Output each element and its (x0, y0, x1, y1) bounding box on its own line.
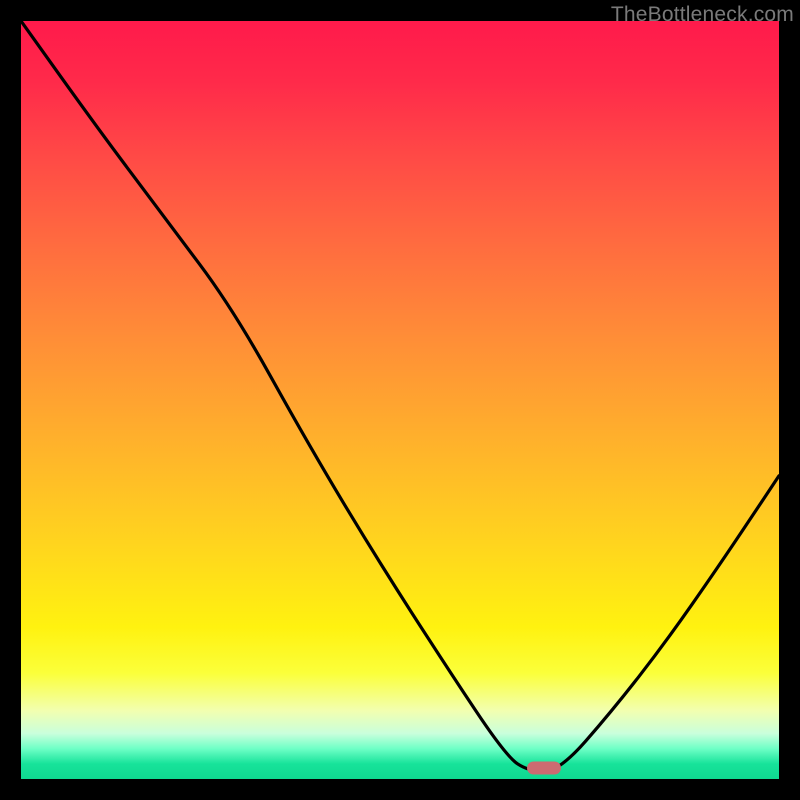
bottleneck-curve (21, 21, 779, 779)
chart-plot-area (21, 21, 779, 779)
chart-frame: TheBottleneck.com (0, 0, 800, 800)
optimal-point-marker (527, 762, 561, 775)
